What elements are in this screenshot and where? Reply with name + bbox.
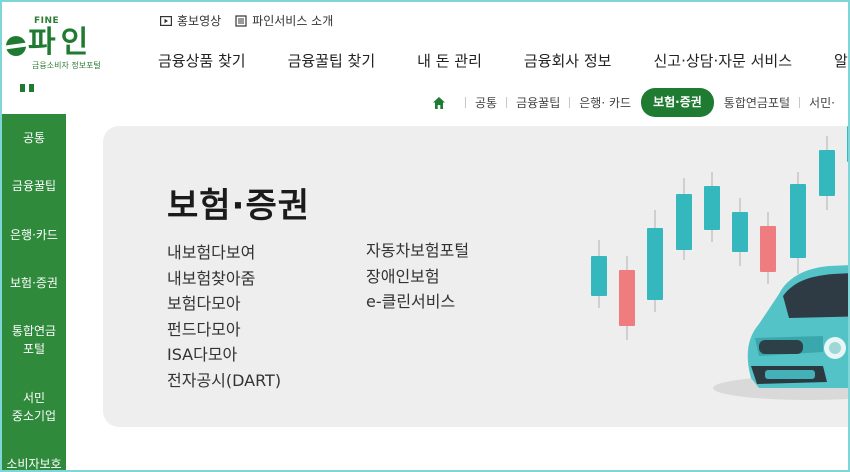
- link-dart[interactable]: 전자공시(DART): [167, 371, 281, 390]
- nav-financial-products[interactable]: 금융상품 찾기: [158, 50, 246, 71]
- category-common[interactable]: 공통: [475, 94, 497, 111]
- sidebar-item-tips[interactable]: 금융꿀팁: [2, 177, 66, 195]
- service-links-right: 자동차보험포털 장애인보험 e-클린서비스: [366, 238, 469, 315]
- category-low-income[interactable]: 서민·: [809, 94, 835, 111]
- sidebar-item-bank-card[interactable]: 은행·카드: [2, 226, 66, 244]
- category-pension[interactable]: 통합연금포털: [724, 94, 790, 111]
- header-marker: [20, 84, 34, 92]
- divider: [465, 97, 466, 108]
- category-insurance-securities[interactable]: 보험·증권: [641, 88, 714, 117]
- category-tips[interactable]: 금융꿀팁: [516, 94, 560, 111]
- fine-logo[interactable]: FINE 파인 금융소비자 정보포털: [6, 14, 106, 74]
- link-e-clean-service[interactable]: e-클린서비스: [366, 292, 455, 311]
- nav-good-to-know[interactable]: 알아두: [834, 50, 850, 71]
- service-links-left: 내보험다보여 내보험찾아줌 보험다모아 펀드다모아 ISA다모아 전자공시(DA…: [167, 240, 281, 393]
- link-fund-compare[interactable]: 펀드다모아: [167, 320, 241, 339]
- category-bank-card[interactable]: 은행· 카드: [579, 94, 631, 111]
- utility-links: 홍보영상 파인서비스 소개: [160, 12, 333, 29]
- sidebar: 공통 금융꿀팁 은행·카드 보험·증권 통합연금 포털 서민 중소기업 소비자보…: [2, 114, 66, 470]
- nav-financial-tips[interactable]: 금융꿀팁 찾기: [288, 50, 376, 71]
- sidebar-item-insurance[interactable]: 보험·증권: [2, 274, 66, 292]
- nav-company-info[interactable]: 금융회사 정보: [524, 50, 612, 71]
- document-list-icon: [235, 14, 247, 27]
- global-nav: 금융상품 찾기 금융꿀팁 찾기 내 돈 관리 금융회사 정보 신고·상담·자문 …: [158, 50, 850, 71]
- sidebar-item-pension[interactable]: 통합연금 포털: [2, 322, 66, 358]
- link-insurance-compare[interactable]: 보험다모아: [167, 294, 241, 313]
- logo-name: 파인: [28, 25, 94, 60]
- sidebar-item-common[interactable]: 공통: [2, 129, 66, 147]
- link-isa-compare[interactable]: ISA다모아: [167, 345, 237, 364]
- hero-panel: 보험·증권 내보험다보여 내보험찾아줌 보험다모아 펀드다모아 ISA다모아 전…: [103, 126, 850, 427]
- section-title: 보험·증권: [167, 186, 311, 226]
- promo-video-label: 홍보영상: [177, 14, 222, 28]
- sidebar-item-small-business[interactable]: 서민 중소기업: [2, 389, 66, 425]
- link-disability-insurance[interactable]: 장애인보험: [366, 267, 440, 286]
- play-video-icon: [160, 15, 172, 26]
- link-my-insurance-view[interactable]: 내보험다보여: [167, 243, 255, 262]
- category-bar: 공통 금융꿀팁 은행· 카드 보험·증권 통합연금포털 서민·: [432, 88, 835, 117]
- nav-my-money[interactable]: 내 돈 관리: [417, 50, 482, 71]
- candlestick-chart-and-car-illustration: [591, 126, 850, 400]
- service-intro-link[interactable]: 파인서비스 소개: [235, 12, 333, 29]
- link-car-insurance-portal[interactable]: 자동차보험포털: [366, 241, 469, 260]
- car-illustration: [713, 265, 850, 400]
- service-intro-label: 파인서비스 소개: [252, 14, 334, 28]
- divider: [569, 97, 571, 108]
- link-find-my-insurance[interactable]: 내보험찾아줌: [167, 269, 255, 288]
- nav-report-consult[interactable]: 신고·상담·자문 서비스: [653, 50, 792, 71]
- logo-mark-icon: [6, 36, 26, 56]
- home-icon[interactable]: [432, 96, 446, 110]
- sidebar-item-consumer-protection[interactable]: 소비자보호: [2, 455, 66, 470]
- divider: [506, 97, 508, 108]
- divider: [799, 97, 801, 108]
- promo-video-link[interactable]: 홍보영상: [160, 12, 221, 29]
- logo-subtitle: 금융소비자 정보포털: [32, 61, 101, 70]
